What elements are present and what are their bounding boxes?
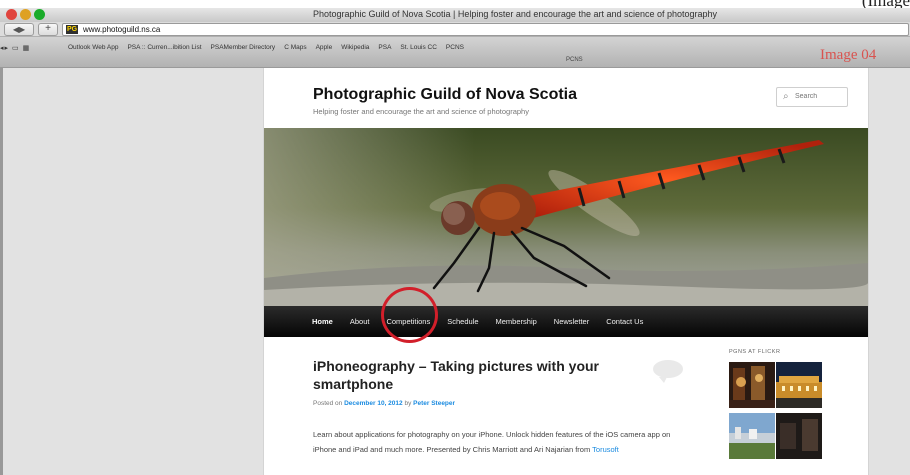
browser-tab[interactable]: PCNS bbox=[566, 57, 583, 63]
bookmarks-bar: ◂▸ ▭ ▦ Outlook Web App PSA :: Curren...i… bbox=[0, 37, 910, 68]
nav-item-home[interactable]: Home bbox=[312, 317, 333, 326]
by-label: by bbox=[404, 400, 412, 407]
flickr-thumbnail[interactable] bbox=[729, 413, 775, 459]
dragonfly-photo bbox=[264, 128, 868, 306]
flickr-thumbnail[interactable] bbox=[776, 362, 822, 408]
top-sites-icon[interactable]: ▦ bbox=[23, 45, 31, 52]
flickr-widget-title: PGNS AT FLICKR bbox=[729, 349, 781, 355]
address-bar[interactable]: PG www.photoguild.ns.ca bbox=[62, 23, 909, 36]
bookmark-item[interactable]: PSA bbox=[378, 44, 391, 51]
post-title[interactable]: iPhoneography – Taking pictures with you… bbox=[313, 357, 613, 393]
window-title: Photographic Guild of Nova Scotia | Help… bbox=[312, 9, 718, 19]
site-description: Helping foster and encourage the art and… bbox=[313, 107, 529, 116]
nav-item-schedule[interactable]: Schedule bbox=[447, 317, 478, 326]
flickr-thumbnail[interactable] bbox=[776, 413, 822, 459]
bookmark-list: Outlook Web App PSA :: Curren...ibition … bbox=[68, 44, 464, 51]
website: Photographic Guild of Nova Scotia Helpin… bbox=[263, 68, 869, 475]
search-icon: ⌕ bbox=[783, 91, 789, 102]
nav-item-newsletter[interactable]: Newsletter bbox=[554, 317, 589, 326]
flickr-photo-palace bbox=[776, 362, 822, 408]
nav-item-contact-us[interactable]: Contact Us bbox=[606, 317, 643, 326]
window-titlebar: Photographic Guild of Nova Scotia | Help… bbox=[0, 8, 910, 23]
show-bookmarks-icon[interactable]: ▭ bbox=[12, 45, 20, 52]
comment-bubble-icon[interactable] bbox=[653, 360, 683, 383]
page-edge bbox=[0, 68, 3, 475]
bookmark-item[interactable]: C Maps bbox=[284, 44, 306, 51]
flickr-photo-lobby bbox=[729, 362, 775, 408]
reading-list-icon[interactable]: ◂▸ bbox=[0, 45, 9, 52]
post-meta: Posted on December 10, 2012 by Peter Ste… bbox=[313, 400, 455, 407]
back-forward-buttons[interactable]: ◀▶ bbox=[4, 23, 34, 36]
caption-strip: (Image bbox=[0, 0, 910, 10]
forward-icon[interactable]: ▶ bbox=[19, 25, 25, 34]
post-excerpt: Learn about applications for photography… bbox=[313, 427, 683, 457]
bookmark-item[interactable]: Wikipedia bbox=[341, 44, 369, 51]
posted-on-label: Posted on bbox=[313, 400, 343, 407]
post-author-link[interactable]: Peter Steeper bbox=[413, 400, 455, 407]
search-input[interactable] bbox=[795, 88, 843, 104]
url-text[interactable]: www.photoguild.ns.ca bbox=[83, 24, 160, 35]
flickr-photo-city bbox=[729, 413, 775, 459]
bookmark-item[interactable]: PSAMember Directory bbox=[211, 44, 276, 51]
flickr-photo-dark bbox=[776, 413, 822, 459]
bookmark-item[interactable]: PCNS bbox=[446, 44, 464, 51]
torusoft-link[interactable]: Torusoft bbox=[592, 445, 619, 454]
header-banner-image bbox=[264, 128, 868, 306]
main-navigation: Home About Competitions Schedule Members… bbox=[264, 306, 868, 337]
browser-toolbar: ◀▶ + PG www.photoguild.ns.ca bbox=[0, 22, 910, 37]
bookmark-item[interactable]: St. Louis CC bbox=[400, 44, 437, 51]
bookmarks-shortcuts[interactable]: ◂▸ ▭ ▦ bbox=[0, 44, 30, 52]
add-bookmark-button[interactable]: + bbox=[38, 23, 58, 36]
highlight-circle bbox=[381, 287, 438, 343]
site-favicon-icon: PG bbox=[66, 25, 78, 34]
bookmark-item[interactable]: Apple bbox=[316, 44, 333, 51]
image-number-label: Image 04 bbox=[820, 47, 877, 63]
bookmark-item[interactable]: Outlook Web App bbox=[68, 44, 118, 51]
search-box[interactable]: ⌕ bbox=[776, 87, 848, 107]
site-title[interactable]: Photographic Guild of Nova Scotia bbox=[313, 86, 577, 104]
flickr-thumbnail[interactable] bbox=[729, 362, 775, 408]
nav-menu: Home About Competitions Schedule Members… bbox=[312, 306, 660, 337]
nav-item-membership[interactable]: Membership bbox=[496, 317, 537, 326]
post-date-link[interactable]: December 10, 2012 bbox=[344, 400, 403, 407]
bookmark-item[interactable]: PSA :: Curren...ibition List bbox=[127, 44, 201, 51]
nav-item-about[interactable]: About bbox=[350, 317, 370, 326]
